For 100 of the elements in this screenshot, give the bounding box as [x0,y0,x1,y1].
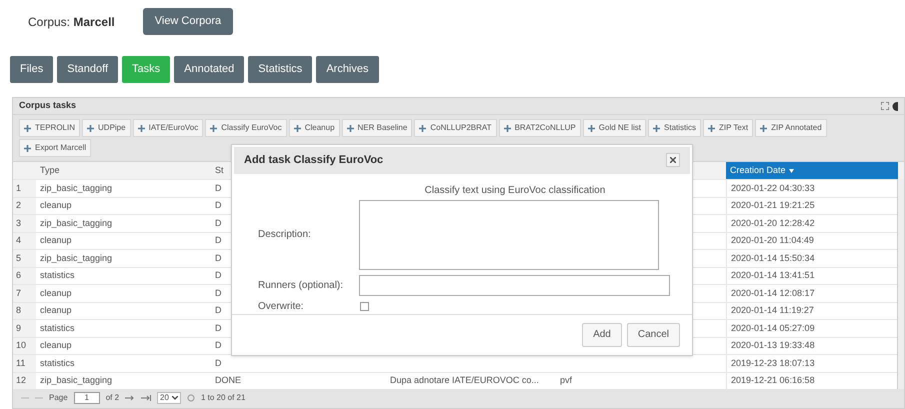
table-cell: D [215,358,222,368]
table-cell: cleanup [40,305,72,315]
field-label: Overwrite: [258,300,305,314]
tab[interactable]: Annotated [174,56,244,83]
sorted-column-header[interactable]: Creation Date [726,162,898,179]
tab[interactable]: Files [10,56,54,83]
scrollbar[interactable] [897,179,904,389]
column-header[interactable]: Type [40,164,60,178]
field-label: Description: [258,228,312,242]
description-field[interactable] [359,200,659,270]
add-task-button[interactable]: UDPipe [82,119,131,137]
runners-field[interactable] [359,274,670,296]
page-size-select[interactable]: 20 [157,392,181,404]
table-cell: statistics [40,270,75,280]
page-field[interactable]: 1 [74,392,100,404]
add-task-button[interactable]: IATE/EuroVoc [132,119,204,137]
row-number: 11 [16,356,26,370]
table-cell: D [215,252,222,262]
page-count: of 2 [106,392,120,404]
plus-icon [210,124,218,132]
tab[interactable]: Statistics [248,56,312,83]
table-cell-text: 2020-01-14 11:19:27 [731,304,814,317]
row-number: 8 [16,304,22,317]
previous-page-icon[interactable] [35,395,43,401]
table-cell: D [215,288,222,298]
plus-icon [419,124,426,132]
table-cell-text: 2020-01-14 15:50:34 [731,252,815,264]
plus-icon [588,124,595,132]
add-task-button[interactable]: NER Baseline [342,119,412,137]
plus-icon [138,124,145,132]
plus-icon [87,124,94,132]
tab[interactable]: Archives [316,56,378,83]
add-task-button[interactable]: Export Marcell [19,139,92,157]
dialog-title: Add task Classify EuroVoc [244,153,384,168]
overwrite-checkbox[interactable] [360,302,369,311]
dialog-button[interactable]: Add [582,322,622,347]
table-cell: D [215,182,222,192]
add-task-button[interactable]: TEPROLIN [19,119,80,137]
expand-icon[interactable] [881,102,889,110]
table-cell: D [215,270,222,280]
row-number: 4 [16,234,22,247]
dialog-button[interactable]: Cancel [626,322,680,347]
add-task-button[interactable]: ZIP Text [703,119,754,137]
table-cell: D [215,322,222,332]
table-cell: cleanup [40,200,72,210]
add-task-button[interactable]: Gold NE list [582,119,646,137]
table-cell: statistics [40,322,75,332]
table-cell-text: 2020-01-13 19:33:48 [731,339,815,352]
table-cell: cleanup [40,235,72,245]
plus-icon [653,124,660,132]
row-number: 5 [16,252,22,264]
table-cell: DONE [215,375,242,385]
next-page-icon[interactable] [125,395,136,401]
add-task-button[interactable]: Cleanup [288,119,340,137]
row-number: 2 [16,199,22,212]
refresh-icon[interactable] [186,394,195,402]
row-number: 7 [16,286,22,300]
plus-icon [708,124,716,132]
plus-icon [24,144,31,152]
close-button[interactable] [666,153,680,168]
row-number: 1 [16,182,22,194]
add-task-button[interactable]: Statistics [648,119,702,137]
table-cell-text: 2020-01-20 12:28:42 [731,216,815,230]
column-header[interactable]: St [215,164,224,178]
row-number: 9 [16,322,22,334]
sort-down-icon [788,168,794,172]
page-label: Page [49,392,68,404]
table-cell: D [215,305,222,315]
add-task-button[interactable]: ZIP Annotated [755,119,827,137]
caret-icon [172,396,178,400]
table-cell-text: 2019-12-21 06:16:58 [731,374,815,387]
table-cell: cleanup [40,340,72,350]
plus-icon [294,124,301,132]
add-task-button[interactable]: Classify EuroVoc [205,119,287,137]
row-number: 6 [16,269,22,282]
add-task-button[interactable]: BRAT2CoNLLUP [498,119,581,137]
table-cell-text: 2020-01-14 13:41:51 [731,269,815,282]
table-cell: zip_basic_tagging [40,182,112,192]
table-cell: pvf [560,375,572,385]
table-cell: D [215,340,222,350]
table-cell: D [215,200,222,210]
table-cell-text: 2020-01-20 11:04:49 [731,234,814,247]
table-cell: zip_basic_tagging [40,252,112,262]
row-number: 3 [16,216,22,230]
first-page-icon[interactable] [21,395,29,401]
row-number: 12 [16,374,26,387]
view-corpora-button[interactable]: View Corpora [142,8,234,35]
plus-icon [504,124,511,132]
record-count: 1 to 20 of 21 [200,392,246,404]
tab[interactable]: Standoff [57,56,118,83]
dialog-intro: Classify text using EuroVoc classification [424,184,606,198]
table-cell-text: 2020-01-14 05:27:09 [731,322,815,334]
table-cell: statistics [40,358,75,368]
plus-icon [760,124,768,132]
table-cell: D [215,235,222,245]
last-page-icon[interactable] [141,395,152,401]
table-cell: Dupa adnotare IATE/EUROVOC co... [390,375,539,385]
add-task-button[interactable]: CoNLLUP2BRAT [414,119,497,137]
plus-icon [24,124,31,132]
close-icon [670,157,676,164]
